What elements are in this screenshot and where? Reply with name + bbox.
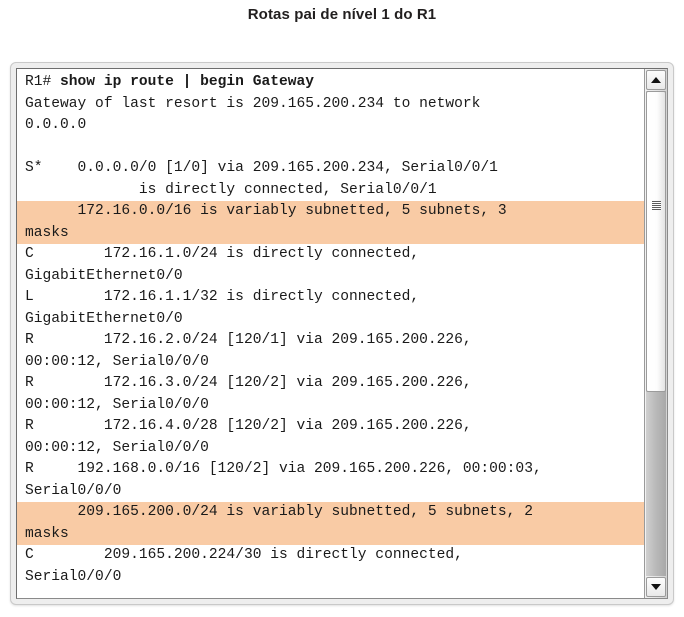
console-line: C 209.165.200.224/30 is directly connect…: [25, 547, 463, 563]
console-line-highlighted: 209.165.200.0/24 is variably subnetted, …: [17, 502, 644, 524]
terminal-inner-frame: R1# show ip route | begin Gateway Gatewa…: [16, 68, 668, 599]
console-line: 00:00:12, Serial0/0/0: [25, 439, 209, 456]
console-line: 00:00:12, Serial0/0/0: [25, 396, 209, 413]
console-line-highlighted: 172.16.0.0/16 is variably subnetted, 5 s…: [17, 201, 644, 223]
scroll-down-arrow-icon: [651, 584, 661, 590]
console-line: Serial0/0/0: [25, 482, 122, 499]
console-line: Gateway of last resort is 209.165.200.23…: [25, 95, 481, 112]
console-line-highlighted: masks: [17, 523, 644, 545]
console-line: R 172.16.2.0/24 [120/1] via 209.165.200.…: [25, 332, 472, 348]
page-title: Rotas pai de nível 1 do R1: [247, 6, 437, 23]
console-line: S* 0.0.0.0/0 [1/0] via 209.165.200.234, …: [25, 160, 498, 176]
console-line: Serial0/0/0: [25, 568, 122, 585]
console-output[interactable]: R1# show ip route | begin Gateway Gatewa…: [17, 69, 644, 598]
console-line: L 172.16.1.1/32 is directly connected,: [25, 289, 420, 305]
console-line: 00:00:12, Serial0/0/0: [25, 353, 209, 370]
scrollbar-grip-icon: [651, 201, 661, 211]
vertical-scrollbar[interactable]: [644, 69, 667, 598]
terminal-panel: R1# show ip route | begin Gateway Gatewa…: [10, 62, 674, 605]
scroll-up-arrow-icon: [651, 77, 661, 83]
scroll-up-button[interactable]: [646, 70, 666, 90]
console-line: R 172.16.3.0/24 [120/2] via 209.165.200.…: [25, 375, 472, 391]
scrollbar-thumb[interactable]: [646, 91, 666, 392]
console-line-highlighted: masks: [17, 222, 644, 244]
scrollbar-track[interactable]: [646, 91, 666, 576]
command-text: show ip route | begin Gateway: [60, 74, 315, 90]
console-line: C 172.16.1.0/24 is directly connected,: [25, 246, 420, 262]
console-output-lines: Gateway of last resort is 209.165.200.23…: [17, 94, 644, 589]
console-line: 0.0.0.0: [25, 117, 87, 133]
console-line: is directly connected, Serial0/0/1: [25, 181, 437, 198]
console-line: R 172.16.4.0/28 [120/2] via 209.165.200.…: [25, 418, 472, 434]
command-line: R1# show ip route | begin Gateway: [17, 72, 644, 94]
console-line: R 192.168.0.0/16 [120/2] via 209.165.200…: [25, 461, 542, 477]
console-line: GigabitEthernet0/0: [25, 267, 183, 284]
prompt-text: R1#: [25, 74, 61, 90]
console-line: GigabitEthernet0/0: [25, 310, 183, 327]
scroll-down-button[interactable]: [646, 577, 666, 597]
